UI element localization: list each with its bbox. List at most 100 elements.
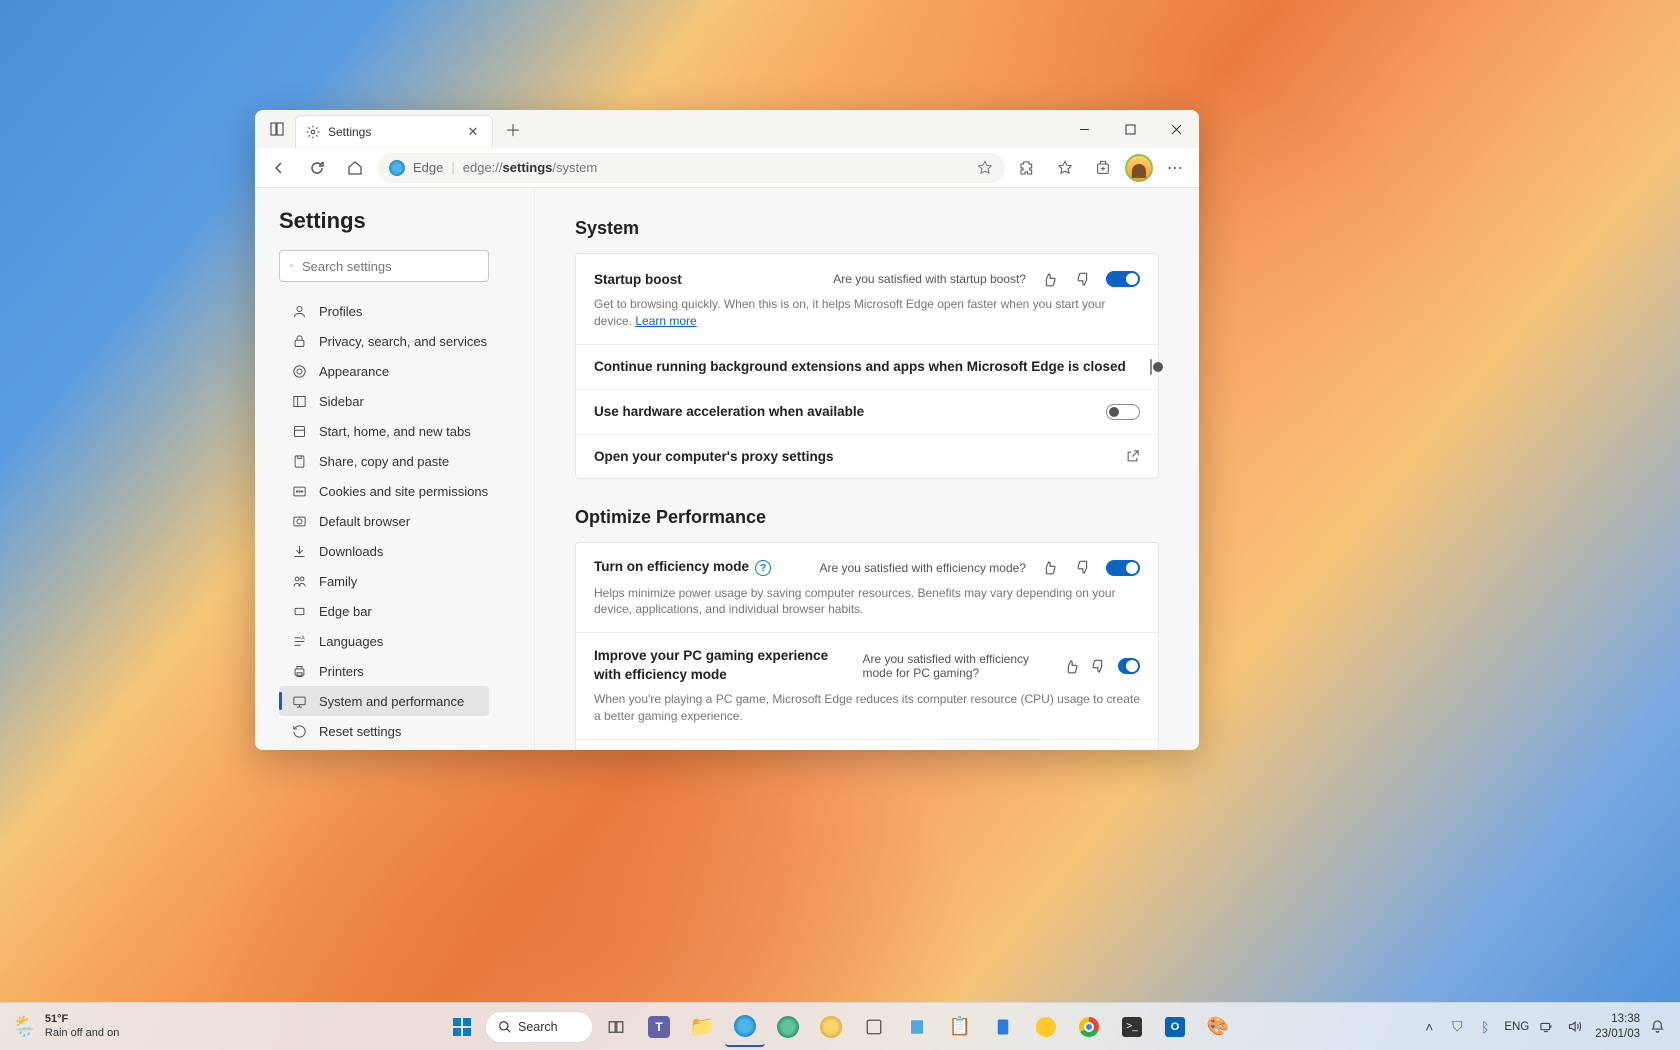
nav-icon: [291, 514, 307, 529]
efficiency-toggle[interactable]: [1106, 560, 1140, 576]
sidebar-item-reset-settings[interactable]: Reset settings: [279, 716, 489, 746]
sidebar-item-sidebar[interactable]: Sidebar: [279, 386, 489, 416]
search-input[interactable]: [302, 259, 478, 274]
thumbs-down-icon[interactable]: [1072, 268, 1094, 290]
taskbar-app-teams[interactable]: T: [639, 1007, 679, 1047]
background-ext-toggle[interactable]: [1150, 359, 1152, 375]
nav-icon: [291, 694, 307, 709]
network-icon[interactable]: [1539, 1019, 1557, 1034]
sidebar-item-cookies-and-site-permissions[interactable]: Cookies and site permissions: [279, 476, 489, 506]
weather-widget[interactable]: 🌦️ 51°F Rain off and on: [12, 1013, 119, 1039]
nav-icon: [291, 604, 307, 619]
sidebar-title: Settings: [279, 208, 522, 234]
tab-close-button[interactable]: ✕: [464, 123, 482, 141]
language-indicator[interactable]: ENG: [1504, 1021, 1529, 1033]
sidebar-item-label: System and performance: [319, 694, 464, 709]
taskbar-app-edge-canary[interactable]: [811, 1007, 851, 1047]
sidebar-item-default-browser[interactable]: Default browser: [279, 506, 489, 536]
sidebar-item-system-and-performance[interactable]: System and performance: [279, 686, 489, 716]
help-icon[interactable]: ?: [755, 560, 771, 576]
notifications-icon[interactable]: [1650, 1019, 1668, 1034]
sidebar-item-phone-and-other-devices[interactable]: Phone and other devices: [279, 746, 489, 750]
startup-learn-more-link[interactable]: Learn more: [635, 314, 696, 328]
more-menu-button[interactable]: ⋯: [1159, 152, 1191, 184]
gaming-row: Improve your PC gaming experience with e…: [576, 633, 1158, 739]
nav-icon: [291, 544, 307, 559]
taskbar-search-label: Search: [518, 1020, 558, 1034]
taskbar-app-terminal[interactable]: >_: [1112, 1007, 1152, 1047]
extensions-button[interactable]: [1011, 152, 1043, 184]
nav-icon: [291, 484, 307, 499]
open-external-icon: [1125, 449, 1140, 464]
taskbar-app-edge-dev[interactable]: [768, 1007, 808, 1047]
sidebar-item-share-copy-and-paste[interactable]: Share, copy and paste: [279, 446, 489, 476]
gaming-toggle[interactable]: [1118, 658, 1140, 674]
taskbar-app-edge[interactable]: [725, 1007, 765, 1047]
start-button[interactable]: [442, 1007, 482, 1047]
taskbar-app-paint[interactable]: 🎨: [1198, 1007, 1238, 1047]
sidebar-item-edge-bar[interactable]: Edge bar: [279, 596, 489, 626]
gaming-feedback-label: Are you satisfied with efficiency mode f…: [863, 652, 1052, 680]
back-button[interactable]: [263, 152, 295, 184]
sidebar-item-family[interactable]: Family: [279, 566, 489, 596]
taskbar-app-docs[interactable]: [983, 1007, 1023, 1047]
settings-main[interactable]: System Startup boost Are you satisfied w…: [535, 188, 1199, 750]
sidebar-item-downloads[interactable]: Downloads: [279, 536, 489, 566]
sidebar-item-profiles[interactable]: Profiles: [279, 296, 489, 326]
startup-boost-toggle[interactable]: [1106, 271, 1140, 287]
taskbar-app-explorer[interactable]: 📁: [682, 1007, 722, 1047]
thumbs-down-icon[interactable]: [1072, 557, 1094, 579]
browser-tab[interactable]: Settings ✕: [295, 115, 493, 147]
taskbar: 🌦️ 51°F Rain off and on Search T 📁 📋 >_ …: [0, 1002, 1680, 1050]
tray-security-icon[interactable]: ⛉: [1448, 1018, 1466, 1035]
thumbs-up-icon[interactable]: [1038, 268, 1060, 290]
refresh-button[interactable]: [301, 152, 333, 184]
taskbar-search[interactable]: Search: [485, 1011, 593, 1043]
sidebar-item-appearance[interactable]: Appearance: [279, 356, 489, 386]
favorite-star-icon[interactable]: [977, 160, 993, 176]
new-tab-button[interactable]: ＋: [499, 115, 527, 143]
taskbar-app-notepad[interactable]: [897, 1007, 937, 1047]
collections-button[interactable]: [1087, 152, 1119, 184]
home-button[interactable]: [339, 152, 371, 184]
favorites-button[interactable]: [1049, 152, 1081, 184]
clock[interactable]: 13:38 23/01/03: [1595, 1012, 1640, 1041]
performance-card: Turn on efficiency mode? Are you satisfi…: [575, 542, 1159, 750]
taskbar-app-notes[interactable]: 📋: [940, 1007, 980, 1047]
volume-icon[interactable]: [1567, 1019, 1585, 1034]
nav-icon: [291, 334, 307, 349]
sidebar-item-label: Family: [319, 574, 357, 589]
taskbar-app-chrome[interactable]: [1069, 1007, 1109, 1047]
proxy-row[interactable]: Open your computer's proxy settings: [576, 435, 1158, 478]
thumbs-up-icon[interactable]: [1064, 655, 1079, 677]
minimize-button[interactable]: [1061, 113, 1107, 145]
sidebar-item-privacy-search-and-services[interactable]: Privacy, search, and services: [279, 326, 489, 356]
thumbs-down-icon[interactable]: [1091, 655, 1106, 677]
sidebar-item-printers[interactable]: Printers: [279, 656, 489, 686]
bluetooth-icon[interactable]: ᛒ: [1476, 1019, 1494, 1035]
efficiency-desc: Helps minimize power usage by saving com…: [594, 585, 1140, 619]
nav-icon: [291, 724, 307, 739]
startup-boost-row: Startup boost Are you satisfied with sta…: [576, 254, 1158, 345]
profile-avatar[interactable]: [1125, 154, 1153, 182]
tray-chevron-icon[interactable]: ˄: [1420, 1019, 1438, 1035]
taskbar-app-keep[interactable]: [1026, 1007, 1066, 1047]
sidebar-item-label: Cookies and site permissions: [319, 484, 488, 499]
close-window-button[interactable]: [1153, 113, 1199, 145]
address-label: Edge: [413, 160, 443, 175]
taskbar-app-snip[interactable]: [854, 1007, 894, 1047]
address-bar[interactable]: Edge | edge://settings/system: [377, 153, 1005, 183]
sidebar-item-label: Languages: [319, 634, 383, 649]
thumbs-up-icon[interactable]: [1038, 557, 1060, 579]
maximize-button[interactable]: [1107, 113, 1153, 145]
clock-date: 23/01/03: [1595, 1027, 1640, 1041]
task-view-button[interactable]: [596, 1007, 636, 1047]
sidebar-item-start-home-and-new-tabs[interactable]: Start, home, and new tabs: [279, 416, 489, 446]
taskbar-app-outlook[interactable]: O: [1155, 1007, 1195, 1047]
hw-accel-toggle[interactable]: [1106, 404, 1140, 420]
settings-search[interactable]: [279, 250, 489, 282]
tab-actions-button[interactable]: [259, 115, 295, 143]
gear-icon: [306, 125, 320, 139]
sidebar-item-languages[interactable]: ALanguages: [279, 626, 489, 656]
titlebar: Settings ✕ ＋: [255, 110, 1199, 148]
